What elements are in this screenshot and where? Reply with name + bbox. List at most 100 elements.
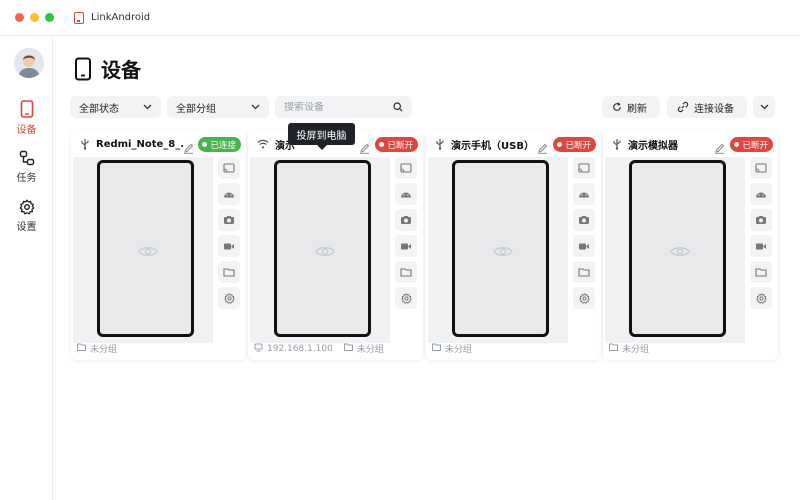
page-title: 设备 xyxy=(74,54,141,83)
close-window-button[interactable] xyxy=(15,13,24,22)
chevron-down-icon xyxy=(251,104,260,110)
phone-frame xyxy=(97,160,194,337)
phone-icon xyxy=(20,100,33,118)
connect-device-label: 连接设备 xyxy=(694,103,734,115)
sidebar-item-devices[interactable]: 设备 xyxy=(0,100,53,136)
edit-name-icon[interactable] xyxy=(537,139,548,158)
edit-name-icon[interactable] xyxy=(359,139,370,158)
refresh-button[interactable]: 刷新 xyxy=(602,96,660,118)
device-settings-button[interactable] xyxy=(573,287,595,309)
window-controls xyxy=(15,13,54,22)
refresh-label: 刷新 xyxy=(627,103,647,115)
edit-name-icon[interactable] xyxy=(183,139,194,158)
cast-screen-button[interactable] xyxy=(395,157,417,179)
tooltip: 投屏到电脑 xyxy=(288,123,355,150)
gear-icon xyxy=(755,292,767,304)
app-logo-icon xyxy=(74,11,84,24)
title-bar: LinkAndroid xyxy=(0,0,800,36)
page-title-text: 设备 xyxy=(101,58,141,82)
folder-icon xyxy=(400,267,412,277)
minimize-window-button[interactable] xyxy=(30,13,39,22)
avatar[interactable] xyxy=(14,48,44,78)
camera-icon xyxy=(223,215,235,225)
device-footer: 192.168.1.100 未分组 xyxy=(254,342,384,355)
status-badge: 已断开 xyxy=(553,137,596,152)
video-icon xyxy=(578,242,590,251)
cast-icon xyxy=(400,163,412,173)
group-filter-select[interactable]: 全部分组 xyxy=(167,96,269,118)
status-dot xyxy=(379,142,385,147)
status-text: 已断开 xyxy=(387,140,413,151)
status-filter-select[interactable]: 全部状态 xyxy=(70,96,161,118)
device-card: Redmi_Note_8_... 已连接 未分组 xyxy=(71,131,246,360)
search-icon[interactable] xyxy=(393,102,403,112)
folder-icon xyxy=(343,343,353,354)
task-flow-icon xyxy=(19,150,34,166)
folder-icon xyxy=(223,267,235,277)
status-dot xyxy=(557,142,563,147)
cast-screen-button[interactable] xyxy=(218,157,240,179)
device-card: 演示手机（USB） 已断开 未分组 xyxy=(426,131,601,360)
record-video-button[interactable] xyxy=(218,235,240,257)
connect-device-button[interactable]: 连接设备 xyxy=(667,96,747,118)
cast-icon xyxy=(223,163,235,173)
android-button[interactable] xyxy=(218,183,240,205)
android-icon xyxy=(578,190,590,198)
android-button[interactable] xyxy=(750,183,772,205)
edit-name-icon[interactable] xyxy=(714,139,725,158)
record-video-button[interactable] xyxy=(573,235,595,257)
device-name: Redmi_Note_8_... xyxy=(96,138,184,150)
device-settings-button[interactable] xyxy=(750,287,772,309)
screen-preview[interactable] xyxy=(428,157,568,343)
android-button[interactable] xyxy=(573,183,595,205)
gear-icon xyxy=(400,292,412,304)
folder-icon xyxy=(609,343,618,354)
sidebar-item-settings[interactable]: 设置 xyxy=(0,199,53,233)
cast-screen-button[interactable] xyxy=(750,157,772,179)
screenshot-button[interactable] xyxy=(395,209,417,231)
record-video-button[interactable] xyxy=(750,235,772,257)
screenshot-button[interactable] xyxy=(573,209,595,231)
chevron-down-icon xyxy=(760,104,768,110)
phone-frame xyxy=(452,160,549,337)
screen-preview[interactable] xyxy=(605,157,745,343)
folder-icon xyxy=(578,267,590,277)
device-settings-button[interactable] xyxy=(395,287,417,309)
file-manager-button[interactable] xyxy=(395,261,417,283)
camera-icon xyxy=(578,215,590,225)
screen-preview[interactable] xyxy=(73,157,213,343)
file-manager-button[interactable] xyxy=(750,261,772,283)
gear-icon xyxy=(578,292,590,304)
screenshot-button[interactable] xyxy=(218,209,240,231)
cast-icon xyxy=(578,163,590,173)
status-dot xyxy=(202,142,208,147)
device-ip: 192.168.1.100 xyxy=(267,343,333,354)
file-manager-button[interactable] xyxy=(218,261,240,283)
cast-screen-button[interactable] xyxy=(573,157,595,179)
more-options-button[interactable] xyxy=(753,96,775,118)
usb-icon xyxy=(612,138,622,150)
sidebar-item-tasks[interactable]: 任务 xyxy=(0,150,53,184)
screen-preview[interactable] xyxy=(250,157,390,343)
eye-icon xyxy=(670,243,690,262)
status-badge: 已断开 xyxy=(730,137,773,152)
search-input[interactable] xyxy=(284,101,384,113)
wifi-icon xyxy=(257,139,269,149)
video-icon xyxy=(223,242,235,251)
screenshot-button[interactable] xyxy=(750,209,772,231)
usb-icon xyxy=(435,138,445,150)
status-text: 已断开 xyxy=(565,140,591,151)
camera-icon xyxy=(400,215,412,225)
maximize-window-button[interactable] xyxy=(45,13,54,22)
app-title: LinkAndroid xyxy=(91,12,151,23)
sidebar-item-label: 设置 xyxy=(16,222,37,233)
file-manager-button[interactable] xyxy=(573,261,595,283)
android-button[interactable] xyxy=(395,183,417,205)
device-card: 演示模拟器 已断开 未分组 xyxy=(603,131,778,360)
sidebar-item-label: 任务 xyxy=(16,173,37,184)
device-footer: 未分组 xyxy=(77,342,117,355)
device-footer: 未分组 xyxy=(609,342,649,355)
device-settings-button[interactable] xyxy=(218,287,240,309)
phone-frame xyxy=(274,160,371,337)
record-video-button[interactable] xyxy=(395,235,417,257)
